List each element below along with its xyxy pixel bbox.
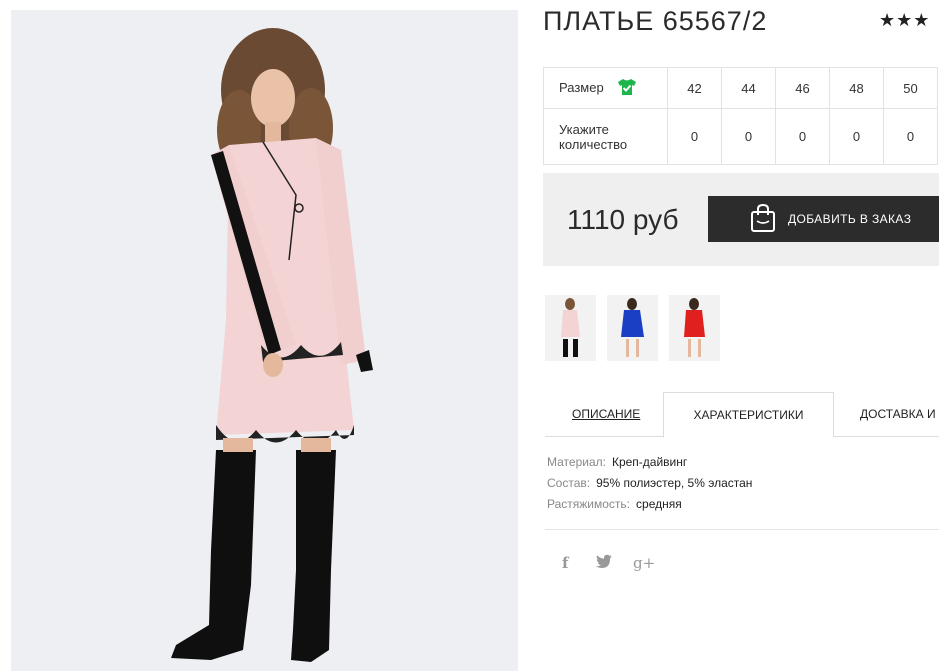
price: 1110 руб [567, 204, 679, 235]
size-quantity-table: Размер 42 44 46 48 50 Укажите количество… [543, 67, 938, 165]
dress-model-illustration [11, 10, 518, 671]
product-title: ПЛАТЬЕ 65567/2 [543, 6, 768, 36]
spec-key: Материал: [547, 455, 606, 469]
size-label: Размер [559, 79, 604, 95]
quantity-input[interactable]: 0 [883, 108, 938, 165]
tab-description[interactable]: ОПИСАНИЕ [572, 392, 640, 437]
quantity-label: Укажите количество [543, 108, 668, 165]
add-to-order-label: ДОБАВИТЬ В ЗАКАЗ [788, 212, 912, 226]
google-plus-icon[interactable]: g+ [633, 554, 655, 572]
spec-value: 95% полиэстер, 5% эластан [596, 476, 753, 490]
size-option[interactable]: 50 [883, 67, 938, 109]
rating-stars[interactable]: ★★★ [879, 10, 930, 31]
thumbnail-pink[interactable] [545, 295, 596, 361]
thumbnail-blue[interactable] [607, 295, 658, 361]
quantity-input[interactable]: 0 [721, 108, 776, 165]
spec-key: Состав: [547, 476, 591, 490]
add-to-order-button[interactable]: ДОБАВИТЬ В ЗАКАЗ [708, 196, 939, 242]
shopping-bag-icon [750, 203, 776, 236]
size-option[interactable]: 44 [721, 67, 776, 109]
size-row: Размер 42 44 46 48 50 [543, 67, 938, 109]
tab-characteristics[interactable]: ХАРАКТЕРИСТИКИ [663, 392, 834, 438]
spec-row: Материал: Креп-дайвинг [547, 455, 752, 476]
quantity-input[interactable]: 0 [775, 108, 830, 165]
size-label-cell: Размер [543, 67, 668, 109]
size-option[interactable]: 46 [775, 67, 830, 109]
spec-value: Креп-дайвинг [611, 455, 688, 469]
thumbnail-red[interactable] [669, 295, 720, 361]
spec-value: средняя [636, 497, 682, 511]
divider [545, 529, 939, 530]
characteristics-list: Материал: Креп-дайвинг Состав: 95% полиэст… [547, 455, 752, 518]
quantity-input[interactable]: 0 [667, 108, 722, 165]
facebook-icon[interactable]: f [562, 554, 568, 572]
quantity-row: Укажите количество 0 0 0 0 0 [543, 108, 938, 165]
product-tabs: ОПИСАНИЕ ХАРАКТЕРИСТИКИ ДОСТАВКА И [545, 392, 939, 438]
check-shirt-icon[interactable] [617, 78, 637, 99]
spec-key: Растяжимость: [547, 497, 631, 511]
size-option[interactable]: 42 [667, 67, 722, 109]
size-option[interactable]: 48 [829, 67, 884, 109]
quantity-input[interactable]: 0 [829, 108, 884, 165]
tab-delivery[interactable]: ДОСТАВКА И [860, 392, 936, 437]
product-main-photo[interactable] [11, 10, 518, 671]
twitter-icon[interactable] [596, 554, 612, 572]
spec-row: Состав: 95% полиэстер, 5% эластан [547, 476, 752, 497]
price-panel: 1110 руб ДОБАВИТЬ В ЗАКАЗ [543, 173, 939, 266]
spec-row: Растяжимость: средняя [547, 497, 752, 518]
